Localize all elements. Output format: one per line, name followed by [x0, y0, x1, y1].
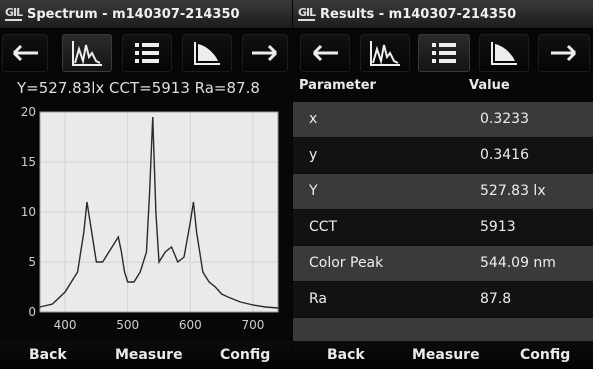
back-arrow-button[interactable]	[2, 34, 48, 72]
bottom-bar: Back Measure Config	[0, 341, 292, 369]
back-button[interactable]: Back	[327, 347, 365, 363]
results-view-button[interactable]	[418, 34, 470, 72]
toolbar	[293, 31, 593, 76]
forward-arrow-button[interactable]	[538, 34, 590, 72]
parameter-name: CCT	[309, 219, 338, 235]
parameter-value: 544.09 nm	[480, 255, 556, 271]
back-arrow-icon	[12, 44, 38, 62]
gamut-icon	[491, 42, 517, 65]
table-row: Ra 87.8	[293, 282, 593, 318]
window-title: Results - m140307-214350	[320, 7, 517, 22]
back-arrow-button[interactable]	[300, 34, 350, 72]
y-tick-label: 0	[28, 305, 36, 319]
app-logo: GIL	[298, 6, 316, 21]
spectrum-icon	[72, 41, 102, 66]
back-arrow-icon	[312, 44, 338, 62]
parameter-name: Y	[309, 183, 318, 199]
parameter-value: 527.83 lx	[480, 183, 546, 199]
results-view-button[interactable]	[122, 34, 172, 72]
forward-arrow-icon	[551, 44, 577, 62]
y-tick-label: 20	[21, 105, 36, 119]
table-row: x 0.3233	[293, 102, 593, 138]
config-button[interactable]: Config	[520, 347, 570, 363]
table-row: CCT 5913	[293, 210, 593, 246]
results-panel: GIL Results - m140307-214350 Parameter V…	[293, 0, 593, 369]
measure-button[interactable]: Measure	[115, 347, 183, 363]
toolbar	[0, 31, 292, 76]
parameter-header: Parameter	[299, 78, 376, 93]
list-icon	[135, 43, 159, 63]
spectrum-panel: GIL Spectrum - m140307-214350 Y=527.83lx…	[0, 0, 292, 369]
gamut-view-button[interactable]	[182, 34, 232, 72]
back-button[interactable]: Back	[29, 347, 67, 363]
list-icon	[432, 43, 456, 63]
parameter-value: 0.3416	[480, 147, 529, 163]
spectrum-icon	[370, 41, 400, 66]
title-bar: GIL Results - m140307-214350	[293, 0, 593, 29]
forward-arrow-icon	[252, 44, 278, 62]
x-tick-label: 400	[54, 318, 77, 332]
parameter-name: y	[309, 147, 318, 163]
parameter-name: Ra	[309, 291, 327, 307]
title-bar: GIL Spectrum - m140307-214350	[0, 0, 292, 29]
y-tick-label: 15	[21, 155, 36, 169]
parameter-name: x	[309, 111, 318, 127]
measurement-readout: Y=527.83lx CCT=5913 Ra=87.8	[17, 79, 260, 97]
table-row: Y 527.83 lx	[293, 174, 593, 210]
spectrum-view-button[interactable]	[360, 34, 410, 72]
y-tick-label: 5	[28, 255, 36, 269]
parameter-value: 0.3233	[480, 111, 529, 127]
y-tick-label: 10	[21, 205, 36, 219]
x-tick-label: 500	[116, 318, 139, 332]
x-tick-label: 600	[179, 318, 202, 332]
table-row: Color Peak 544.09 nm	[293, 246, 593, 282]
forward-arrow-button[interactable]	[242, 34, 288, 72]
spectrum-chart: 0 5 10 15 20 400 500 600 700	[21, 105, 279, 332]
spectrum-view-button[interactable]	[62, 34, 112, 72]
table-row: y 0.3416	[293, 138, 593, 174]
measure-button[interactable]: Measure	[412, 347, 480, 363]
parameter-name: Color Peak	[309, 255, 384, 271]
config-button[interactable]: Config	[220, 347, 270, 363]
bottom-bar: Back Measure Config	[293, 341, 593, 369]
gamut-icon	[194, 42, 220, 65]
parameter-value: 87.8	[480, 291, 512, 307]
x-tick-label: 700	[241, 318, 264, 332]
gamut-view-button[interactable]	[479, 34, 529, 72]
window-title: Spectrum - m140307-214350	[27, 7, 240, 22]
app-logo: GIL	[5, 6, 23, 21]
parameter-value: 5913	[480, 219, 516, 235]
value-header: Value	[469, 78, 510, 93]
